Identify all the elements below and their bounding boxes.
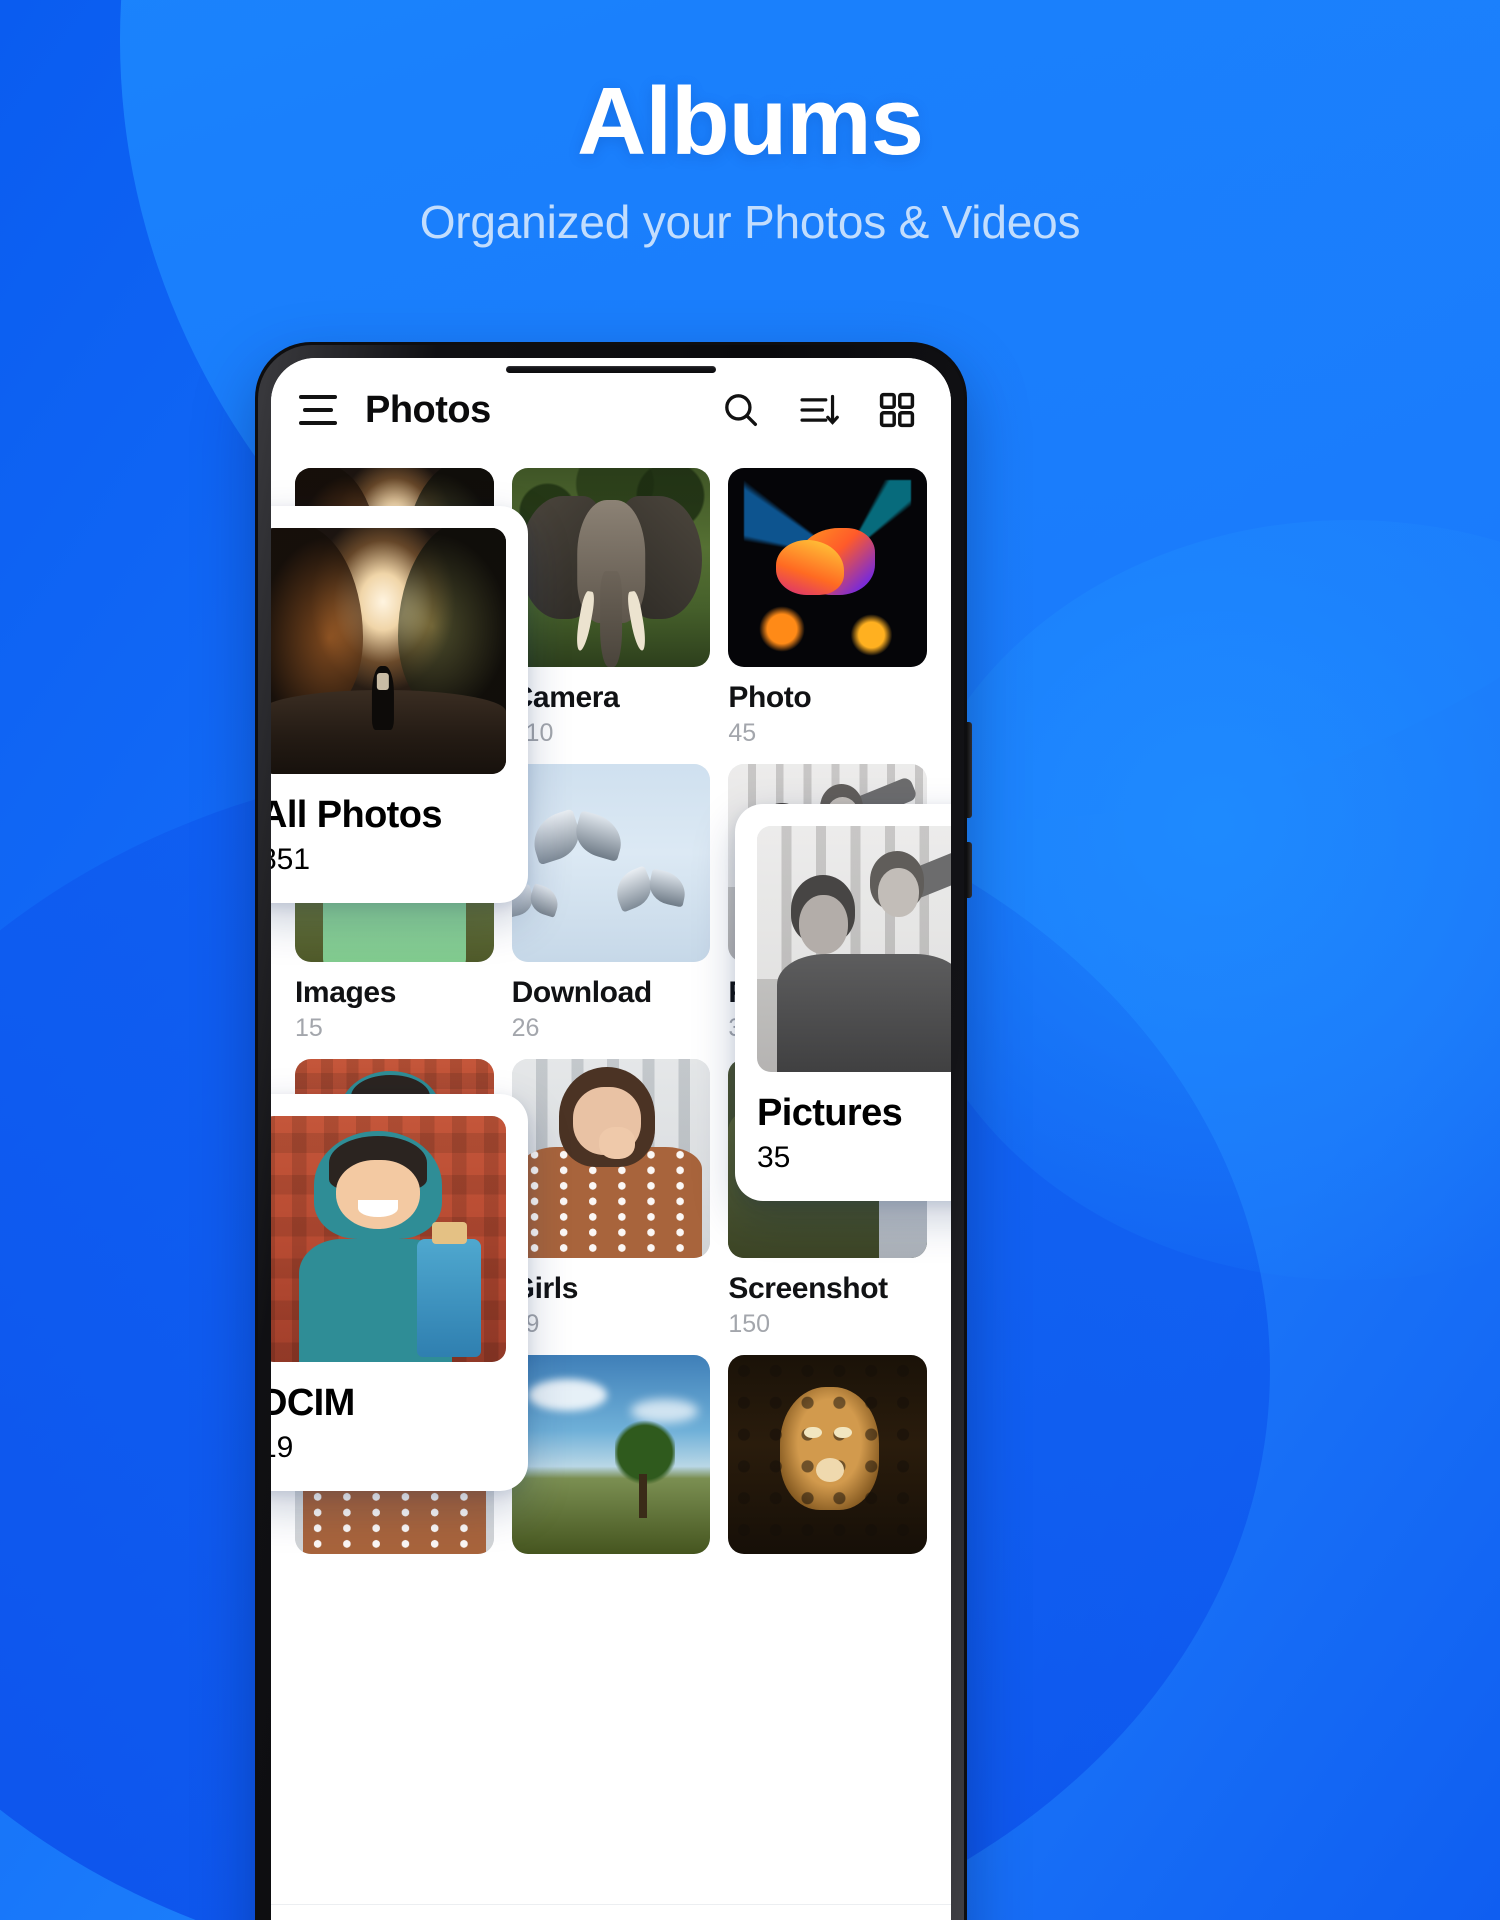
grid-view-icon[interactable]: [869, 382, 925, 438]
album-count: 15: [295, 1014, 323, 1043]
album-cell[interactable]: Download 26: [511, 763, 711, 1044]
phone-mockup: Photos Camera 410 Photo 45 Images 15 Dow…: [255, 342, 972, 1920]
album-cell[interactable]: Photo 45: [728, 468, 927, 748]
album-name: DCIM: [271, 1382, 355, 1424]
landscape-photo: [511, 1355, 711, 1554]
butterfly-photo: [728, 468, 927, 667]
hamburger-menu-icon[interactable]: [299, 395, 337, 425]
forest-road-photo: [271, 528, 506, 774]
album-count: 150: [728, 1310, 771, 1339]
floating-card-pictures[interactable]: Pictures 35: [735, 804, 951, 1201]
album-name: Photo: [728, 680, 812, 714]
phone-power-button: [967, 722, 972, 818]
album-thumbnail: [511, 763, 711, 963]
bottom-navigation: Photos Albums Videos: [271, 1904, 951, 1920]
album-count: 89: [512, 1310, 711, 1339]
girl-photo: [511, 1059, 711, 1259]
album-name: Camera: [511, 680, 620, 714]
album-thumbnail: [271, 528, 506, 774]
page-subtitle: Organized your Photos & Videos: [419, 195, 1081, 248]
phone-screen: Photos Camera 410 Photo 45 Images 15 Dow…: [271, 358, 951, 1920]
album-cell[interactable]: [728, 1355, 927, 1572]
album-count: 410: [511, 718, 554, 747]
album-count: 26: [511, 1014, 540, 1043]
floating-card-dcim[interactable]: DCIM 19: [271, 1094, 528, 1491]
couple-photo: [757, 826, 951, 1072]
phone-volume-button: [967, 842, 972, 898]
album-cell[interactable]: [511, 1355, 711, 1572]
floating-card-all-photos[interactable]: All Photos 851: [271, 506, 528, 903]
album-count: 35: [757, 1141, 791, 1174]
leopard-photo: [728, 1355, 927, 1554]
album-thumbnail: [511, 468, 711, 667]
album-thumbnail: [728, 1355, 927, 1554]
album-thumbnail: [728, 468, 927, 667]
album-thumbnail: [271, 1116, 506, 1362]
album-count: 851: [271, 843, 311, 876]
album-cell[interactable]: Camera 410: [511, 468, 711, 748]
sort-icon[interactable]: [791, 382, 847, 438]
album-name: Girls: [511, 1272, 579, 1306]
seagulls-photo: [511, 763, 711, 963]
album-thumbnail: [511, 1059, 711, 1259]
album-count: 45: [728, 718, 757, 747]
app-toolbar: Photos: [271, 358, 951, 462]
album-name: Screenshot: [728, 1272, 888, 1306]
album-name: Download: [511, 976, 653, 1010]
app-title: Photos: [365, 388, 491, 431]
boy-illustration-photo: [271, 1116, 506, 1362]
elephant-photo: [511, 468, 711, 667]
album-cell[interactable]: Girls 89: [511, 1059, 711, 1339]
album-name: Pictures: [757, 1092, 903, 1134]
page-title: Albums: [576, 68, 924, 175]
album-thumbnail: [511, 1355, 711, 1554]
search-icon[interactable]: [713, 382, 769, 438]
album-thumbnail: [757, 826, 951, 1072]
phone-earpiece: [506, 366, 716, 373]
album-name: Images: [295, 976, 396, 1010]
album-name: All Photos: [271, 794, 442, 836]
hero-section: Albums Organized your Photos & Videos: [0, 0, 1500, 249]
album-count: 19: [271, 1431, 294, 1464]
